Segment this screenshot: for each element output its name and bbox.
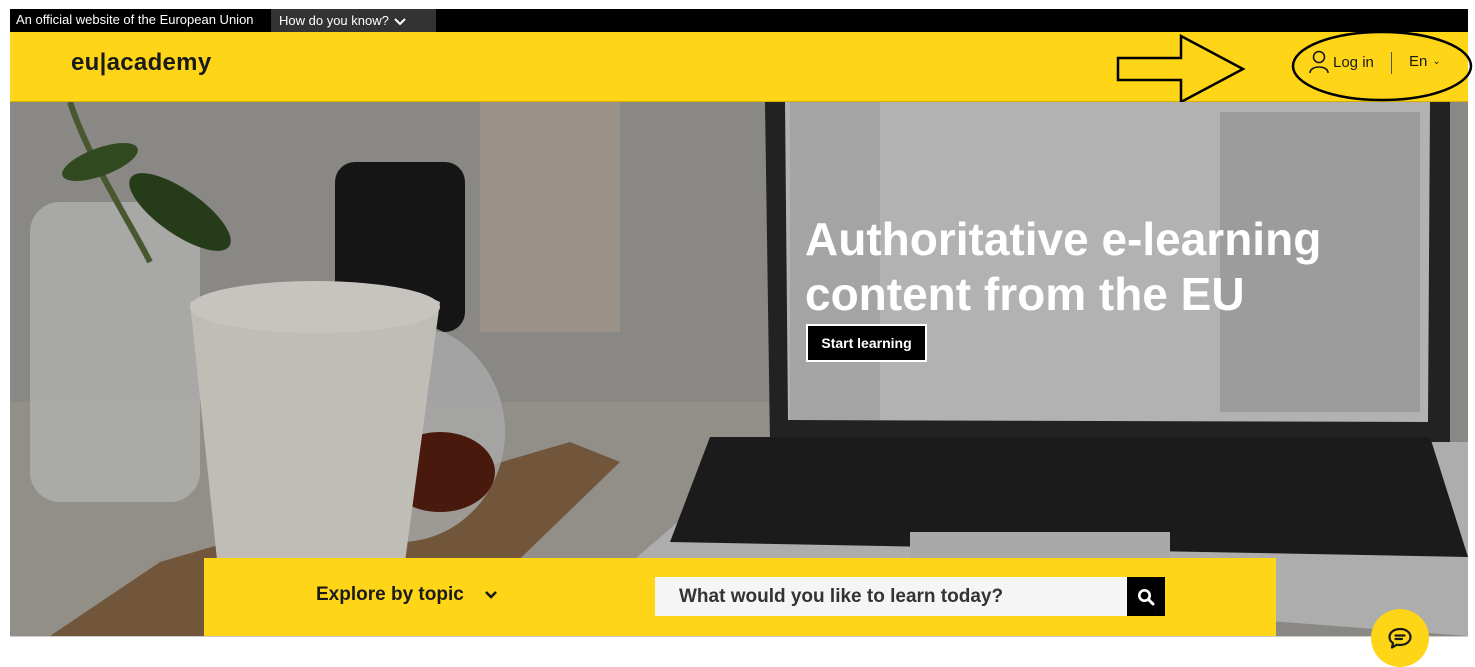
how-do-you-know-button[interactable]: How do you know? bbox=[271, 9, 436, 32]
login-button[interactable]: Log in bbox=[1308, 50, 1374, 74]
site-header: eu|academy Log in En ⌄ bbox=[10, 30, 1473, 104]
hero-banner: Authoritative e-learning content from th… bbox=[10, 102, 1468, 636]
login-label: Log in bbox=[1333, 53, 1374, 71]
language-label: En bbox=[1409, 53, 1428, 70]
chevron-down-icon: ⌄ bbox=[1432, 56, 1441, 67]
search-strip: Explore by topic bbox=[204, 558, 1276, 636]
annotation-arrow-icon bbox=[1116, 34, 1246, 104]
chevron-down-icon bbox=[394, 17, 407, 25]
search-input[interactable] bbox=[655, 577, 1127, 616]
chevron-down-icon bbox=[484, 591, 497, 599]
eu-official-text: An official website of the European Unio… bbox=[16, 12, 254, 27]
search-box bbox=[655, 577, 1127, 616]
chat-icon bbox=[1388, 627, 1412, 649]
search-icon bbox=[1138, 588, 1155, 605]
start-learning-button[interactable]: Start learning bbox=[806, 324, 927, 362]
eu-academy-logo[interactable]: eu|academy bbox=[71, 49, 211, 77]
hero-overlay bbox=[10, 102, 1468, 636]
header-divider bbox=[1391, 52, 1392, 74]
explore-by-topic-dropdown[interactable]: Explore by topic bbox=[316, 584, 498, 606]
section-divider bbox=[10, 636, 1468, 637]
explore-by-topic-label: Explore by topic bbox=[316, 584, 464, 605]
language-selector[interactable]: En ⌄ bbox=[1409, 53, 1441, 70]
chat-button[interactable] bbox=[1371, 609, 1429, 667]
how-do-you-know-label: How do you know? bbox=[279, 13, 389, 28]
eu-official-banner: An official website of the European Unio… bbox=[10, 9, 1468, 32]
search-button[interactable] bbox=[1127, 577, 1165, 616]
hero-title: Authoritative e-learning content from th… bbox=[805, 213, 1322, 320]
user-icon bbox=[1309, 50, 1329, 74]
